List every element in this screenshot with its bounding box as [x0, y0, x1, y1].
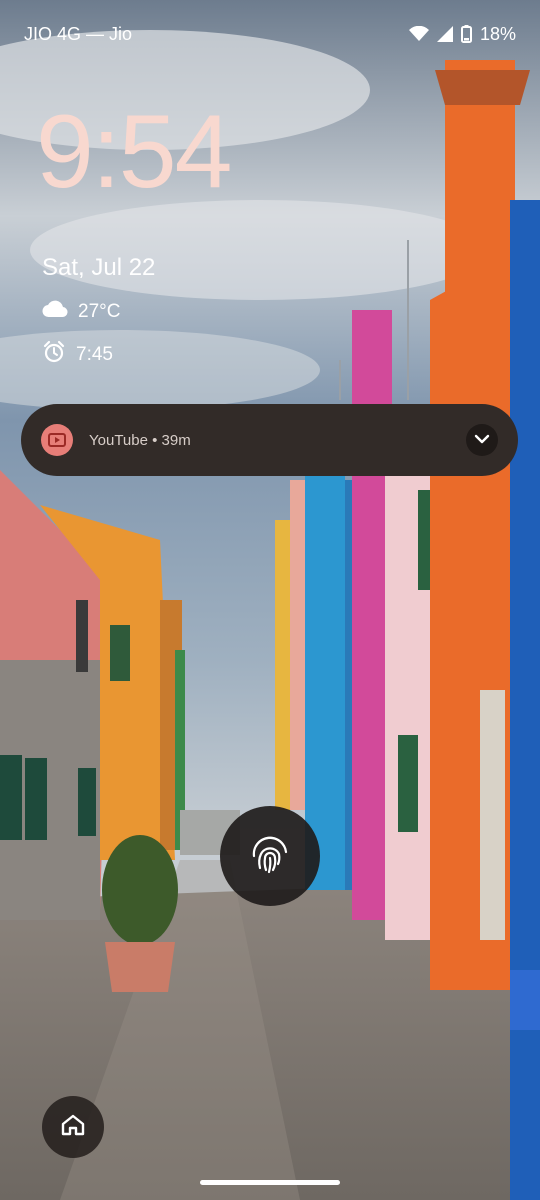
lock-date[interactable]: Sat, Jul 22	[42, 254, 155, 282]
youtube-icon	[41, 424, 73, 456]
expand-button[interactable]	[466, 424, 498, 456]
notification-card[interactable]: YouTube • 39m	[21, 404, 518, 476]
cloud-icon	[42, 300, 68, 324]
fingerprint-icon	[248, 832, 292, 881]
notification-time: 39m	[161, 431, 191, 449]
notification-header: YouTube • 39m	[89, 432, 466, 449]
status-icons: 18%	[408, 23, 516, 45]
wifi-icon	[408, 26, 429, 42]
alarm-time: 7:45	[76, 344, 113, 365]
home-icon	[60, 1113, 86, 1142]
weather-row[interactable]: 27°C	[42, 300, 120, 324]
battery-percent: 18%	[479, 23, 516, 44]
home-shortcut-button[interactable]	[42, 1096, 104, 1158]
fingerprint-button[interactable]	[220, 806, 320, 906]
navigation-handle[interactable]	[200, 1180, 340, 1185]
carrier-label: JIO 4G — Jio	[24, 23, 133, 44]
lock-clock: 9:54	[36, 94, 232, 210]
signal-icon	[436, 26, 453, 42]
notification-separator: •	[147, 431, 162, 449]
notification-app-name: YouTube	[89, 431, 148, 449]
chevron-down-icon	[474, 431, 490, 449]
battery-icon	[460, 25, 472, 43]
alarm-row[interactable]: 7:45	[42, 340, 113, 370]
alarm-icon	[42, 340, 66, 370]
weather-temp: 27°C	[78, 301, 121, 322]
status-bar: JIO 4G — Jio 18%	[0, 0, 540, 68]
